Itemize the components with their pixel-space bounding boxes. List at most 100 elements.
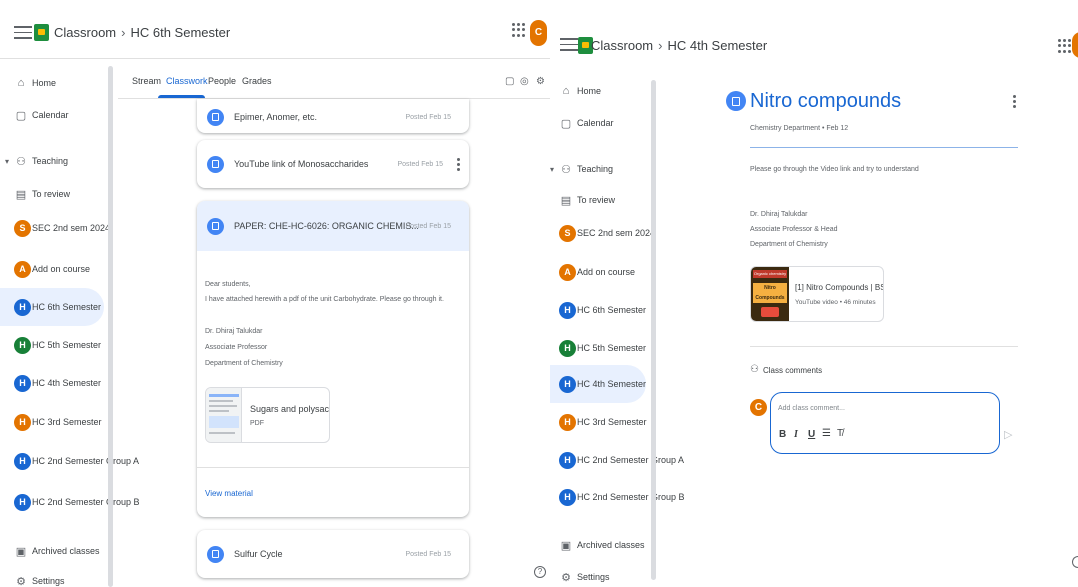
clear-formatting-icon[interactable]: T̸	[837, 428, 843, 439]
account-avatar[interactable]: C	[530, 20, 547, 46]
sidebar-item-settings[interactable]: ⚙ Settings	[0, 562, 104, 587]
settings-icon: ⚙	[561, 571, 571, 584]
sidebar-item-hc-2nd-semester-group-b[interactable]: H HC 2nd Semester Group B	[0, 483, 140, 521]
help-icon[interactable]: ?	[534, 566, 546, 578]
main-menu-icon[interactable]	[560, 38, 578, 52]
sidebar-item-add-on-course[interactable]: A Add on course	[550, 253, 646, 291]
sidebar-item-add-on-course[interactable]: A Add on course	[0, 250, 104, 288]
class-settings-icon[interactable]: ⚙	[536, 76, 545, 87]
top-divider	[0, 58, 550, 59]
underline-icon[interactable]: U	[808, 429, 815, 440]
drive-folder-icon[interactable]: ◎	[520, 76, 529, 87]
sidebar-item-label: HC 4th Semester	[577, 379, 647, 389]
post-card[interactable]: Epimer, Anomer, etc. Posted Feb 15	[197, 99, 469, 133]
breadcrumb-current-class[interactable]: HC 4th Semester	[667, 38, 767, 53]
breadcrumb-classroom[interactable]: Classroom	[54, 25, 116, 40]
sidebar-item-label: HC 5th Semester	[577, 343, 647, 353]
teaching-icon: ⚇	[16, 155, 26, 168]
sidebar-scrollbar[interactable]	[651, 80, 656, 580]
top-app-bar: Classroom › HC 6th Semester C	[0, 0, 550, 66]
post-card[interactable]: Sulfur Cycle Posted Feb 15	[197, 530, 469, 578]
sidebar-scrollbar[interactable]	[108, 66, 113, 587]
sidebar-item-hc-2nd-semester-group-a[interactable]: H HC 2nd Semester Group A	[0, 442, 139, 480]
class-avatar: H	[559, 301, 576, 319]
post-title: PAPER: CHE-HC-6026: ORGANIC CHEMIS...	[234, 221, 419, 231]
google-apps-icon[interactable]	[512, 23, 526, 37]
sidebar-item-hc-5th-semester[interactable]: H HC 5th Semester	[0, 326, 104, 364]
sidebar-item-hc-6th-semester[interactable]: H HC 6th Semester	[0, 288, 104, 326]
sidebar-item-hc-2nd-semester-group-b[interactable]: H HC 2nd Semester Group B	[550, 478, 685, 516]
post-row[interactable]: YouTube link of Monosaccharides Posted F…	[197, 140, 469, 188]
more-options-icon[interactable]	[457, 157, 461, 171]
signature-line: Dr. Dhiraj Talukdar	[750, 211, 808, 218]
settings-icon: ⚙	[16, 575, 26, 587]
bold-icon[interactable]: B	[779, 429, 786, 440]
view-material-link[interactable]: View material	[205, 489, 253, 498]
sidebar-item-hc-4th-semester[interactable]: H HC 4th Semester	[0, 364, 104, 402]
class-avatar: H	[559, 413, 576, 431]
top-app-bar: Classroom › HC 4th Semester	[550, 0, 1078, 66]
assignment-icon	[207, 108, 224, 126]
material-body: Please go through the Video link and try…	[750, 166, 919, 173]
comments-divider	[750, 346, 1018, 347]
sidebar-item-calendar[interactable]: ▢ Calendar	[550, 104, 646, 142]
expand-caret-icon[interactable]: ▾	[550, 165, 554, 174]
google-apps-icon[interactable]	[1058, 39, 1072, 53]
sidebar-item-hc-6th-semester[interactable]: H HC 6th Semester	[550, 291, 646, 329]
post-date: Posted Feb 15	[405, 222, 451, 230]
tab-grades[interactable]: Grades	[242, 76, 272, 86]
class-comments-label[interactable]: Class comments	[763, 366, 822, 375]
breadcrumb-current-class[interactable]: HC 6th Semester	[130, 25, 230, 40]
sidebar-item-label: Archived classes	[32, 546, 100, 556]
class-avatar: H	[14, 336, 31, 354]
calendar-view-icon[interactable]: ▢	[505, 76, 514, 87]
sidebar-item-hc-3rd-semester[interactable]: H HC 3rd Semester	[0, 403, 104, 441]
sidebar-item-sec-2nd-sem-2024[interactable]: S SEC 2nd sem 2024	[0, 209, 110, 247]
sidebar-item-to-review[interactable]: ▤ To review	[0, 175, 104, 213]
sidebar-item-sec-2nd-sem-2024[interactable]: S SEC 2nd sem 2024	[550, 214, 655, 252]
sidebar-item-hc-2nd-semester-group-a[interactable]: H HC 2nd Semester Group A	[550, 441, 684, 479]
class-comment-input[interactable]: Add class comment... B I U ☰ T̸	[770, 392, 1000, 454]
class-avatar: H	[559, 451, 576, 469]
sidebar-item-calendar[interactable]: ▢ Calendar	[0, 96, 104, 134]
sidebar-item-label: Settings	[32, 576, 65, 586]
post-body-line: Department of Chemistry	[205, 360, 283, 367]
sidebar-item-hc-3rd-semester[interactable]: H HC 3rd Semester	[550, 403, 647, 441]
post-row[interactable]: PAPER: CHE-HC-6026: ORGANIC CHEMIS... Po…	[197, 201, 469, 251]
youtube-attachment[interactable]: Organic chemistry Nitro Compounds [1] Nit…	[750, 266, 884, 322]
sidebar-item-label: HC 6th Semester	[32, 302, 102, 312]
post-row[interactable]: Sulfur Cycle Posted Feb 15	[197, 530, 469, 578]
tab-classwork[interactable]: Classwork	[166, 76, 208, 86]
more-options-icon[interactable]	[1013, 95, 1017, 108]
tab-stream[interactable]: Stream	[132, 76, 161, 86]
help-icon[interactable]	[1072, 556, 1078, 568]
expand-caret-icon[interactable]: ▾	[5, 157, 9, 166]
class-avatar: H	[14, 298, 31, 316]
home-icon: ⌂	[17, 77, 25, 89]
bulleted-list-icon[interactable]: ☰	[822, 428, 831, 439]
main-menu-icon[interactable]	[14, 26, 32, 40]
sidebar-item-hc-4th-semester[interactable]: H HC 4th Semester	[550, 365, 646, 403]
breadcrumb-classroom[interactable]: Classroom	[591, 38, 653, 53]
class-avatar: H	[14, 452, 31, 470]
pdf-attachment[interactable]: Sugars and polysacchari... PDF	[205, 387, 330, 443]
thumbnail-label: Nitro Compounds	[753, 283, 787, 303]
classroom-logo-icon	[34, 24, 49, 41]
breadcrumb: Classroom › HC 6th Semester	[54, 25, 230, 40]
comment-placeholder: Add class comment...	[778, 405, 845, 412]
post-card[interactable]: YouTube link of Monosaccharides Posted F…	[197, 140, 469, 188]
teaching-icon: ⚇	[561, 163, 571, 176]
send-comment-icon[interactable]: ▷	[1004, 428, 1012, 441]
assignment-icon	[726, 91, 746, 111]
sidebar-item-hc-5th-semester[interactable]: H HC 5th Semester	[550, 329, 646, 367]
sidebar-item-settings[interactable]: ⚙ Settings	[550, 558, 646, 587]
video-meta: YouTube video • 46 minutes	[795, 299, 876, 306]
sidebar-item-label: Archived classes	[577, 540, 645, 550]
attachment-title: Sugars and polysacchari...	[250, 404, 330, 414]
post-date: Posted Feb 15	[397, 160, 443, 168]
account-avatar[interactable]	[1072, 32, 1078, 58]
post-date: Posted Feb 15	[405, 550, 451, 558]
italic-icon[interactable]: I	[794, 429, 798, 440]
post-row[interactable]: Epimer, Anomer, etc. Posted Feb 15	[197, 93, 469, 141]
tab-people[interactable]: People	[208, 76, 236, 86]
